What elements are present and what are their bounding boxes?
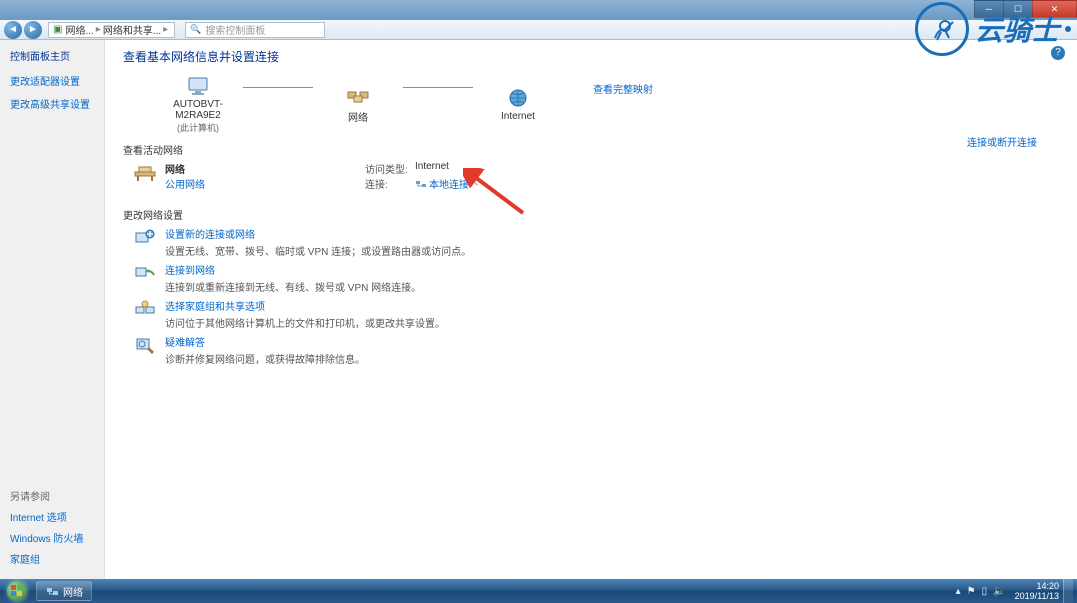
minimize-button[interactable]: ─ <box>974 0 1004 18</box>
network-icon <box>346 85 370 107</box>
network-center-icon <box>45 584 59 598</box>
breadcrumb[interactable]: ▣ 网络... ▸ 网络和共享... ▸ <box>48 22 175 38</box>
show-desktop-button[interactable] <box>1063 579 1073 603</box>
task-desc: 访问位于其他网络计算机上的文件和打印机，或更改共享设置。 <box>165 315 445 330</box>
node-computer-sub: (此计算机) <box>177 121 219 134</box>
active-networks-heading: 查看活动网络 <box>123 142 1059 157</box>
node-internet-label: Internet <box>501 111 535 122</box>
search-placeholder: 搜索控制面板 <box>205 22 265 37</box>
system-tray: ▴ ⚑ ▯ 🔈 14:20 2019/11/13 <box>953 579 1077 603</box>
connection-label: 连接: <box>365 176 415 191</box>
bench-icon <box>133 161 157 185</box>
search-input[interactable]: 🔍 搜索控制面板 <box>185 22 325 38</box>
breadcrumb-item[interactable]: 网络和共享... <box>103 22 161 37</box>
back-button[interactable]: ◄ <box>4 21 22 39</box>
content: ? 查看基本网络信息并设置连接 AUTOBVT-M2RA9E2 (此计算机) 网… <box>105 40 1077 580</box>
ethernet-icon <box>415 179 427 189</box>
taskbar: 网络 ▴ ⚑ ▯ 🔈 14:20 2019/11/13 <box>0 579 1077 603</box>
access-type-label: 访问类型: <box>365 161 415 176</box>
network-map: AUTOBVT-M2RA9E2 (此计算机) 网络 Internet 查看完整映… <box>153 75 1059 134</box>
breadcrumb-sep: ▸ <box>96 24 101 35</box>
task-row: 设置新的连接或网络 设置无线、宽带、拨号、临时或 VPN 连接；或设置路由器或访… <box>133 226 1059 258</box>
sidebar-item-advanced-sharing[interactable]: 更改高级共享设置 <box>10 96 94 111</box>
sidebar-footer: 另请参阅 Internet 选项 Windows 防火墙 家庭组 <box>10 488 94 572</box>
node-network: 网络 <box>313 85 403 124</box>
access-type-value: Internet <box>415 161 449 176</box>
troubleshoot-icon <box>133 334 157 358</box>
task-desc: 设置无线、宽带、拨号、临时或 VPN 连接；或设置路由器或访问点。 <box>165 243 471 258</box>
sidebar-item-adapter-settings[interactable]: 更改适配器设置 <box>10 73 94 88</box>
maximize-button[interactable]: ☐ <box>1003 0 1033 18</box>
local-connection-text: 本地连接 <box>429 176 469 191</box>
node-computer-label: AUTOBVT-M2RA9E2 <box>153 99 243 121</box>
tray-time: 14:20 <box>1015 581 1059 591</box>
local-connection-link[interactable]: 本地连接 ↖ <box>415 176 479 191</box>
search-icon: 🔍 <box>190 24 201 35</box>
map-line <box>243 87 313 88</box>
start-button[interactable] <box>0 579 34 603</box>
tray-clock[interactable]: 14:20 2019/11/13 <box>1015 581 1059 601</box>
node-network-label: 网络 <box>348 109 368 124</box>
sidebar-item-internet-options[interactable]: Internet 选项 <box>10 509 94 524</box>
sidebar-footer-label: 另请参阅 <box>10 488 94 503</box>
sidebar-heading: 控制面板主页 <box>10 48 94 63</box>
taskbar-app-network[interactable]: 网络 <box>36 581 92 601</box>
control-panel-icon: ▣ <box>53 24 62 35</box>
toolbar: ◄ ► ▣ 网络... ▸ 网络和共享... ▸ 🔍 搜索控制面板 <box>0 20 1077 40</box>
tray-network-icon[interactable]: ▯ <box>982 586 988 597</box>
tray-date: 2019/11/13 <box>1015 591 1059 601</box>
task-connect-link[interactable]: 连接到网络 <box>165 262 421 277</box>
task-new-connection-link[interactable]: 设置新的连接或网络 <box>165 226 471 241</box>
breadcrumb-item[interactable]: 网络... <box>65 22 93 37</box>
task-desc: 连接到或重新连接到无线、有线、拨号或 VPN 网络连接。 <box>165 279 421 294</box>
main: 控制面板主页 更改适配器设置 更改高级共享设置 另请参阅 Internet 选项… <box>0 40 1077 580</box>
task-homegroup-link[interactable]: 选择家庭组和共享选项 <box>165 298 445 313</box>
task-desc: 诊断并修复网络问题，或获得故障排除信息。 <box>165 351 365 366</box>
sidebar-item-homegroup[interactable]: 家庭组 <box>10 551 94 566</box>
close-button[interactable]: ✕ <box>1032 0 1077 18</box>
change-settings-heading: 更改网络设置 <box>123 207 1059 222</box>
connect-disconnect-link[interactable]: 连接或断开连接 <box>967 134 1037 149</box>
globe-icon <box>506 87 530 109</box>
view-full-map-link[interactable]: 查看完整映射 <box>593 81 653 96</box>
task-troubleshoot-link[interactable]: 疑难解答 <box>165 334 365 349</box>
node-internet: Internet <box>473 87 563 122</box>
active-network-name: 网络 <box>165 161 205 176</box>
cursor-icon: ↖ <box>471 178 479 189</box>
homegroup-icon <box>133 298 157 322</box>
sidebar: 控制面板主页 更改适配器设置 更改高级共享设置 另请参阅 Internet 选项… <box>0 40 105 580</box>
page-title: 查看基本网络信息并设置连接 <box>123 48 1059 65</box>
help-icon[interactable]: ? <box>1051 46 1065 60</box>
window-titlebar: ─ ☐ ✕ <box>0 0 1077 20</box>
node-computer: AUTOBVT-M2RA9E2 (此计算机) <box>153 75 243 134</box>
windows-logo-icon <box>7 581 27 601</box>
network-type-link[interactable]: 公用网络 <box>165 176 205 191</box>
task-row: 选择家庭组和共享选项 访问位于其他网络计算机上的文件和打印机，或更改共享设置。 <box>133 298 1059 330</box>
breadcrumb-sep: ▸ <box>163 24 168 35</box>
forward-button[interactable]: ► <box>24 21 42 39</box>
nav-arrows: ◄ ► <box>4 21 44 39</box>
task-row: 疑难解答 诊断并修复网络问题，或获得故障排除信息。 <box>133 334 1059 366</box>
tray-volume-icon[interactable]: 🔈 <box>993 586 1005 597</box>
task-row: 连接到网络 连接到或重新连接到无线、有线、拨号或 VPN 网络连接。 <box>133 262 1059 294</box>
sidebar-item-firewall[interactable]: Windows 防火墙 <box>10 530 94 545</box>
computer-icon <box>186 75 210 97</box>
active-network-row: 网络 公用网络 访问类型: Internet 连接: 本地连接 ↖ <box>133 161 1059 191</box>
connect-network-icon <box>133 262 157 286</box>
map-line <box>403 87 473 88</box>
tray-up-icon[interactable]: ▴ <box>956 586 961 597</box>
tray-flag-icon[interactable]: ⚑ <box>967 586 976 597</box>
new-connection-icon <box>133 226 157 250</box>
taskbar-app-label: 网络 <box>63 584 83 599</box>
